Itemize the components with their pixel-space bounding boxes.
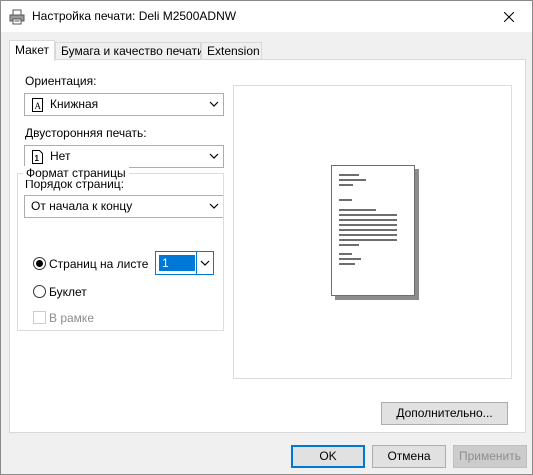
preview-page (331, 165, 415, 296)
chevron-down-icon (200, 260, 210, 266)
tab-layout[interactable]: Макет (9, 40, 55, 61)
orientation-value: Книжная (50, 97, 99, 111)
pages-per-sheet-radio[interactable] (33, 257, 46, 270)
printer-icon (9, 9, 25, 25)
portrait-page-icon: A (32, 98, 43, 112)
cancel-button[interactable]: Отмена (372, 445, 446, 468)
title-bar[interactable]: Настройка печати: Deli M2500ADNW (1, 1, 532, 32)
duplex-select[interactable]: 1 Нет (24, 145, 224, 168)
chevron-down-icon (209, 101, 219, 107)
close-button[interactable] (486, 1, 532, 32)
orientation-select[interactable]: A Книжная (24, 93, 224, 116)
pages-per-sheet-dropdown-button[interactable] (196, 252, 213, 274)
page-format-group-title: Формат страницы (23, 166, 129, 180)
ok-button[interactable]: OK (291, 445, 365, 468)
border-checkbox[interactable] (33, 311, 46, 324)
booklet-radio[interactable] (33, 285, 46, 298)
svg-text:A: A (35, 101, 42, 111)
tab-extension[interactable]: Extension (201, 42, 262, 60)
simplex-page-icon: 1 (32, 150, 43, 164)
advanced-button[interactable]: Дополнительно... (381, 402, 508, 425)
chevron-down-icon (209, 153, 219, 159)
pages-per-sheet-label[interactable]: Страниц на листе (49, 257, 148, 271)
booklet-label[interactable]: Буклет (49, 285, 87, 299)
window-title: Настройка печати: Deli M2500ADNW (32, 9, 237, 23)
orientation-label: Ориентация: (25, 74, 97, 88)
tab-paper-quality[interactable]: Бумага и качество печати (55, 42, 204, 60)
pages-per-sheet-value: 1 (159, 255, 195, 271)
apply-button[interactable]: Применить (453, 445, 527, 468)
tab-strip: Макет Бумага и качество печати Extension (9, 40, 519, 61)
print-settings-dialog: Настройка печати: Deli M2500ADNW Макет Б… (0, 0, 533, 475)
duplex-value: Нет (50, 149, 71, 163)
pages-per-sheet-select[interactable]: 1 (155, 251, 214, 275)
close-icon (504, 11, 514, 22)
svg-text:1: 1 (35, 154, 40, 163)
border-label: В рамке (49, 311, 94, 325)
duplex-label: Двусторонняя печать: (25, 126, 147, 140)
